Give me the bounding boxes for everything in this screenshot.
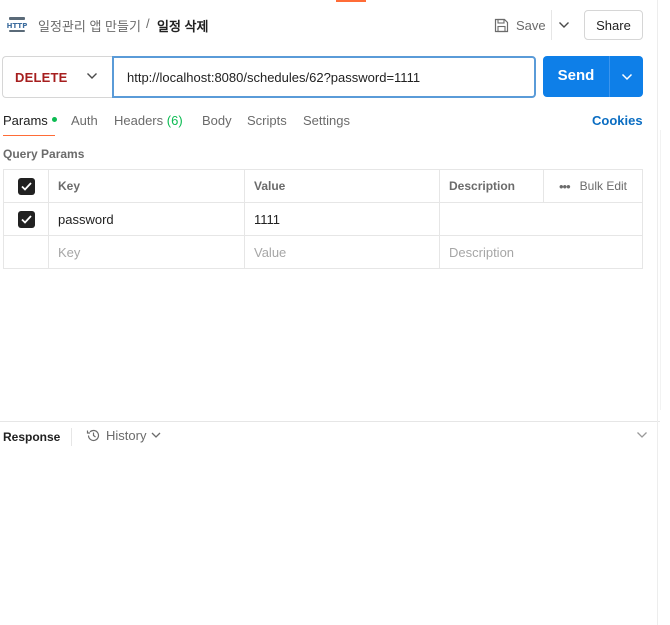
row-checkbox[interactable] (17, 210, 35, 228)
save-icon (494, 18, 509, 32)
save-button[interactable]: Save (494, 12, 546, 38)
query-params-title: Query Params (3, 147, 85, 161)
scrollbar-track[interactable] (660, 130, 661, 410)
url-input[interactable]: http://localhost:8080/schedules/62?passw… (112, 56, 536, 98)
save-divider (551, 10, 552, 40)
tab-params[interactable]: Params (3, 113, 57, 128)
check-icon (20, 181, 32, 191)
column-header-value: Value (244, 169, 440, 203)
column-header-key: Key (48, 169, 245, 203)
expand-response-icon[interactable] (636, 431, 648, 439)
new-description-input[interactable]: Description (439, 235, 643, 269)
history-button[interactable]: History (86, 428, 161, 443)
status-dot-icon (51, 117, 57, 123)
param-description-cell[interactable] (439, 202, 643, 236)
page-title[interactable]: 일정 삭제 (157, 16, 208, 35)
chevron-down-icon (621, 73, 632, 80)
history-label: History (106, 428, 147, 443)
bulk-edit-button[interactable]: ••• Bulk Edit (553, 179, 633, 194)
chevron-down-icon (151, 432, 161, 438)
column-header-description: Description (439, 169, 544, 203)
table-row-new: Key Value Description (3, 235, 643, 269)
more-options-icon[interactable]: ••• (559, 179, 571, 194)
request-header: HTTP 일정관리 앱 만들기 / 일정 삭제 Save Share (0, 0, 660, 48)
empty-checkbox-cell (3, 235, 49, 269)
table-header-row: Key Value Description ••• Bulk Edit (3, 169, 643, 203)
send-options-button[interactable] (610, 56, 643, 97)
row-checkbox-cell (3, 202, 49, 236)
breadcrumb-parent[interactable]: 일정관리 앱 만들기 (38, 16, 141, 35)
param-key-cell[interactable]: password (48, 202, 245, 236)
select-all-checkbox[interactable] (17, 177, 35, 195)
request-tabs: Params Auth Headers (6) Body Scripts Set… (0, 108, 660, 138)
svg-text:HTTP: HTTP (7, 22, 28, 30)
bulk-edit-label: Bulk Edit (579, 179, 627, 193)
headers-count-badge: (6) (166, 113, 183, 128)
new-value-input[interactable]: Value (244, 235, 440, 269)
active-tab-underline (3, 135, 55, 136)
send-label: Send (557, 67, 595, 84)
check-icon (20, 214, 32, 224)
tab-params-label: Params (3, 113, 48, 128)
tab-scripts[interactable]: Scripts (247, 113, 287, 128)
tab-body[interactable]: Body (202, 113, 232, 128)
response-separator (71, 428, 72, 446)
response-bar: Response History (0, 422, 660, 452)
select-all-cell (3, 169, 49, 203)
history-icon (86, 429, 100, 442)
bulk-edit-cell: ••• Bulk Edit (543, 169, 643, 203)
tab-headers-label: Headers (114, 113, 164, 128)
chevron-down-icon (87, 73, 97, 79)
send-button[interactable]: Send (543, 56, 643, 97)
tab-headers[interactable]: Headers (6) (114, 113, 183, 128)
save-options-button[interactable] (556, 12, 572, 38)
method-select[interactable]: DELETE (2, 56, 112, 98)
method-label: DELETE (15, 69, 68, 85)
share-button[interactable]: Share (584, 10, 643, 40)
breadcrumb-separator: / (146, 16, 150, 31)
pane-border (657, 0, 658, 625)
chevron-down-icon (559, 22, 569, 28)
response-title: Response (3, 430, 61, 444)
new-key-input[interactable]: Key (48, 235, 245, 269)
table-row: password 1111 (3, 202, 643, 236)
http-icon: HTTP (7, 17, 28, 32)
cookies-link[interactable]: Cookies (592, 113, 643, 128)
save-label: Save (516, 17, 546, 33)
tab-settings[interactable]: Settings (303, 113, 350, 128)
tab-auth[interactable]: Auth (71, 113, 98, 128)
query-params-table: Key Value Description ••• Bulk Edit pass… (3, 169, 643, 269)
param-value-cell[interactable]: 1111 (244, 202, 440, 236)
